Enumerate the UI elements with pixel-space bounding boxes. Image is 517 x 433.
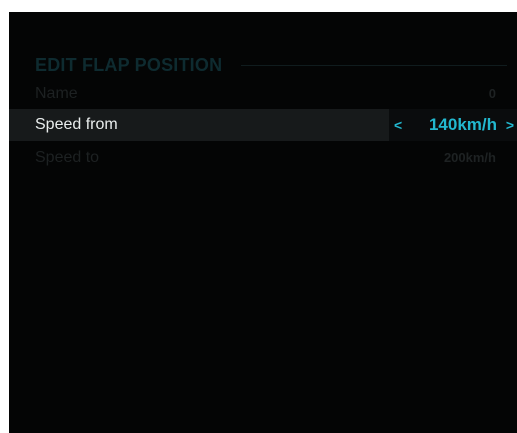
increase-arrow-icon[interactable]: > <box>506 109 514 141</box>
edit-flap-position-screen: EDIT FLAP POSITION Name 0 Speed from < 1… <box>9 12 517 433</box>
speed-from-value: 140km/h <box>428 115 497 134</box>
name-label: Name <box>35 85 78 102</box>
section-title: EDIT FLAP POSITION <box>35 55 223 75</box>
speed-from-label: Speed from <box>35 116 118 133</box>
speed-from-row[interactable]: Speed from < 140km/h > <box>9 109 517 141</box>
section-divider <box>241 65 507 66</box>
name-row[interactable]: Name 0 <box>9 78 517 110</box>
speed-to-value: 200km/h <box>443 150 496 165</box>
section-header: EDIT FLAP POSITION <box>35 55 517 77</box>
speed-from-selector[interactable]: < 140km/h > <box>389 109 517 141</box>
decrease-arrow-icon[interactable]: < <box>394 109 402 141</box>
speed-to-row[interactable]: Speed to 200km/h <box>9 142 517 174</box>
name-value: 0 <box>488 86 496 101</box>
speed-to-label: Speed to <box>35 149 100 166</box>
